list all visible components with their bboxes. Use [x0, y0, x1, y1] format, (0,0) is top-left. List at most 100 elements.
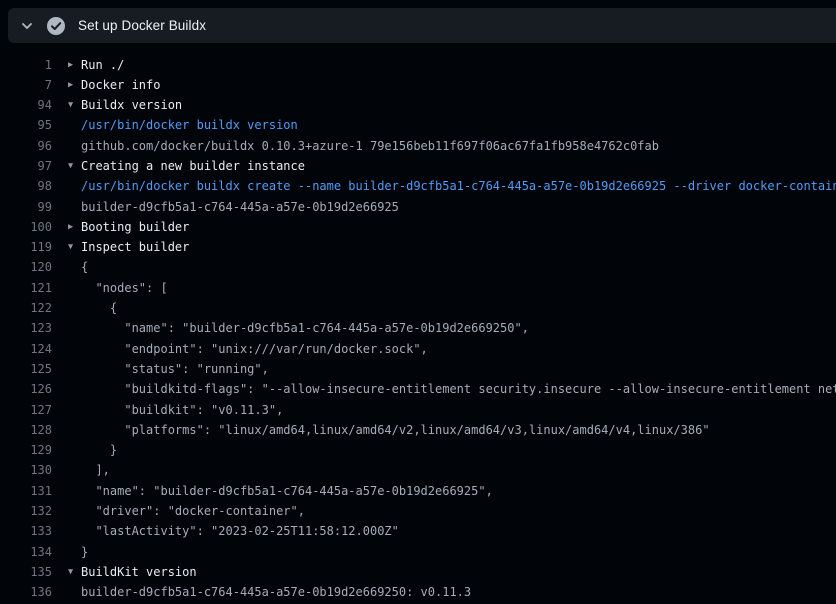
collapse-group-icon[interactable]: ▼	[68, 95, 73, 115]
output-text: {	[81, 298, 836, 318]
log-group-line[interactable]: 7 ▶ Docker info	[0, 75, 836, 95]
output-text: builder-d9cfb5a1-c764-445a-a57e-0b19d2e6…	[81, 197, 836, 217]
line-gutter: ▼	[52, 156, 81, 176]
line-gutter: ▼	[52, 95, 81, 115]
log-line: 96 github.com/docker/buildx 0.10.3+azure-…	[0, 136, 836, 156]
line-gutter: ▶	[52, 217, 81, 237]
log-line: 125 "status": "running",	[0, 359, 836, 379]
line-number[interactable]: 135	[0, 562, 52, 582]
line-number[interactable]: 120	[0, 257, 52, 277]
log-line: 134}	[0, 542, 836, 562]
line-gutter	[52, 176, 81, 196]
line-number[interactable]: 99	[0, 197, 52, 217]
log-line: 130 ],	[0, 460, 836, 480]
collapse-group-icon[interactable]: ▼	[68, 156, 73, 176]
output-text: "driver": "docker-container",	[81, 501, 836, 521]
output-text: "nodes": [	[81, 278, 836, 298]
line-number[interactable]: 1	[0, 55, 52, 75]
log-line: 133 "lastActivity": "2023-02-25T11:58:12…	[0, 521, 836, 541]
log-line: 131 "name": "builder-d9cfb5a1-c764-445a-…	[0, 481, 836, 501]
line-number[interactable]: 132	[0, 501, 52, 521]
line-number[interactable]: 126	[0, 379, 52, 399]
group-title: Docker info	[81, 75, 836, 95]
log-group-line[interactable]: 97 ▼ Creating a new builder instance	[0, 156, 836, 176]
output-text: {	[81, 257, 836, 277]
log-line: 120 {	[0, 257, 836, 277]
line-number[interactable]: 131	[0, 481, 52, 501]
line-gutter	[52, 542, 81, 562]
log-line: 136builder-d9cfb5a1-c764-445a-a57e-0b19d…	[0, 582, 836, 602]
log-line: 126 "buildkitd-flags": "--allow-insecure…	[0, 379, 836, 399]
log-line: 127 "buildkit": "v0.11.3",	[0, 400, 836, 420]
line-number[interactable]: 119	[0, 237, 52, 257]
step-header[interactable]: Set up Docker Buildx	[8, 8, 836, 43]
line-gutter: ▼	[52, 562, 81, 582]
line-gutter	[52, 460, 81, 480]
line-number[interactable]: 95	[0, 115, 52, 135]
collapse-group-icon[interactable]: ▼	[68, 237, 73, 257]
log-group-line[interactable]: 119▼Inspect builder	[0, 237, 836, 257]
line-number[interactable]: 94	[0, 95, 52, 115]
collapse-group-icon[interactable]: ▼	[68, 562, 73, 582]
line-number[interactable]: 123	[0, 318, 52, 338]
output-text: }	[81, 440, 836, 460]
line-gutter: ▶	[52, 55, 81, 75]
line-number[interactable]: 125	[0, 359, 52, 379]
line-number[interactable]: 97	[0, 156, 52, 176]
line-gutter	[52, 197, 81, 217]
output-text: "platforms": "linux/amd64,linux/amd64/v2…	[81, 420, 836, 440]
log-line: 121 "nodes": [	[0, 278, 836, 298]
output-text: "name": "builder-d9cfb5a1-c764-445a-a57e…	[81, 318, 836, 338]
output-text: "buildkitd-flags": "--allow-insecure-ent…	[81, 379, 836, 399]
line-gutter	[52, 400, 81, 420]
line-number[interactable]: 136	[0, 582, 52, 602]
log-group-line[interactable]: 1 ▶ Run ./	[0, 55, 836, 75]
line-number[interactable]: 7	[0, 75, 52, 95]
chevron-down-icon[interactable]	[18, 17, 36, 35]
output-text: github.com/docker/buildx 0.10.3+azure-1 …	[81, 136, 836, 156]
group-title: Run ./	[81, 55, 836, 75]
output-text: "status": "running",	[81, 359, 836, 379]
line-number[interactable]: 130	[0, 460, 52, 480]
log-line: 123 "name": "builder-d9cfb5a1-c764-445a-…	[0, 318, 836, 338]
group-title: Buildx version	[81, 95, 836, 115]
line-gutter	[52, 481, 81, 501]
log-line: 95/usr/bin/docker buildx version	[0, 115, 836, 135]
line-number[interactable]: 121	[0, 278, 52, 298]
line-gutter	[52, 339, 81, 359]
log-group-line[interactable]: 100▶Booting builder	[0, 217, 836, 237]
log-line: 128 "platforms": "linux/amd64,linux/amd6…	[0, 420, 836, 440]
line-number[interactable]: 127	[0, 400, 52, 420]
log-line: 98/usr/bin/docker buildx create --name b…	[0, 176, 836, 196]
log-line: 132 "driver": "docker-container",	[0, 501, 836, 521]
expand-group-icon[interactable]: ▶	[68, 55, 73, 75]
check-circle-icon	[46, 16, 66, 36]
log-group-line[interactable]: 94 ▼ Buildx version	[0, 95, 836, 115]
expand-group-icon[interactable]: ▶	[68, 75, 73, 95]
line-gutter	[52, 136, 81, 156]
line-gutter	[52, 278, 81, 298]
line-number[interactable]: 133	[0, 521, 52, 541]
line-number[interactable]: 129	[0, 440, 52, 460]
line-gutter: ▶	[52, 75, 81, 95]
output-text: "lastActivity": "2023-02-25T11:58:12.000…	[81, 521, 836, 541]
log-group-line[interactable]: 135 ▼ BuildKit version	[0, 562, 836, 582]
line-gutter	[52, 420, 81, 440]
expand-group-icon[interactable]: ▶	[68, 217, 73, 237]
line-number[interactable]: 124	[0, 339, 52, 359]
line-number[interactable]: 122	[0, 298, 52, 318]
command-text: /usr/bin/docker buildx version	[81, 115, 836, 135]
line-number[interactable]: 100	[0, 217, 52, 237]
line-number[interactable]: 96	[0, 136, 52, 156]
line-number[interactable]: 98	[0, 176, 52, 196]
line-gutter: ▼	[52, 237, 81, 257]
line-gutter	[52, 582, 81, 602]
line-gutter	[52, 257, 81, 277]
line-number[interactable]: 134	[0, 542, 52, 562]
output-text: "buildkit": "v0.11.3",	[81, 400, 836, 420]
line-gutter	[52, 440, 81, 460]
line-number[interactable]: 128	[0, 420, 52, 440]
group-title: BuildKit version	[81, 562, 836, 582]
group-title: Creating a new builder instance	[81, 156, 836, 176]
command-text: /usr/bin/docker buildx create --name bui…	[81, 176, 836, 196]
